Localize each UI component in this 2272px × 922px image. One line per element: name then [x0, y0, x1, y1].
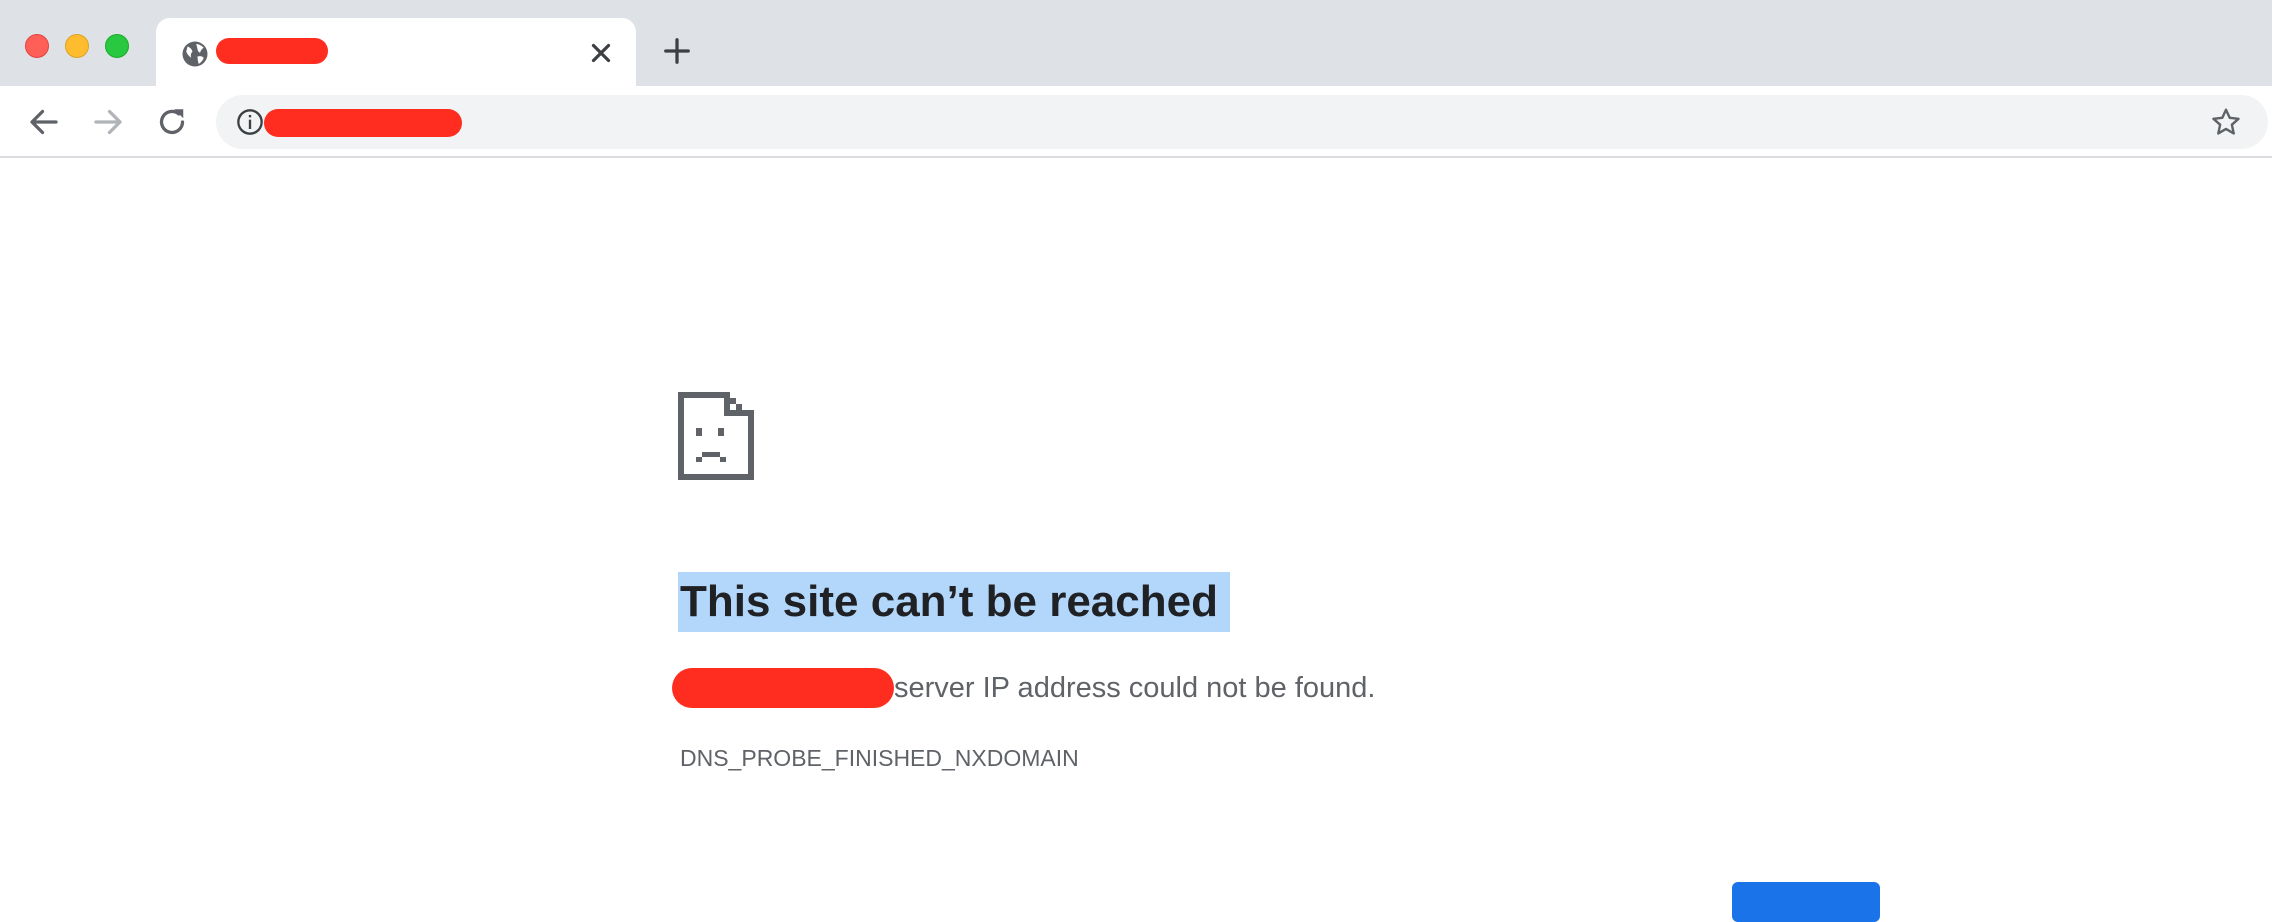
- address-bar[interactable]: [216, 95, 2268, 149]
- back-arrow-icon[interactable]: [26, 104, 62, 140]
- redaction-mark: [216, 38, 328, 64]
- window-minimize-button[interactable]: [65, 34, 89, 58]
- error-description: server IP address could not be found.: [894, 672, 1376, 704]
- error-headline: This site can’t be reached: [678, 572, 1230, 632]
- tab-strip: com: [0, 0, 2272, 86]
- globe-icon: [182, 41, 208, 67]
- redaction-mark: [264, 109, 462, 137]
- error-code: DNS_PROBE_FINISHED_NXDOMAIN: [680, 745, 1079, 771]
- window-close-button[interactable]: [25, 34, 49, 58]
- new-tab-button[interactable]: [662, 36, 692, 66]
- window-zoom-button[interactable]: [105, 34, 129, 58]
- redaction-mark: [672, 668, 894, 708]
- active-tab[interactable]: com: [156, 18, 636, 86]
- reload-button[interactable]: [1732, 882, 1880, 922]
- reload-icon[interactable]: [154, 104, 190, 140]
- info-icon[interactable]: [236, 108, 264, 136]
- star-icon[interactable]: [2210, 106, 2242, 138]
- toolbar: [0, 86, 2272, 158]
- close-icon[interactable]: [586, 38, 616, 68]
- sad-page-icon: [678, 392, 754, 480]
- forward-arrow-icon[interactable]: [90, 104, 126, 140]
